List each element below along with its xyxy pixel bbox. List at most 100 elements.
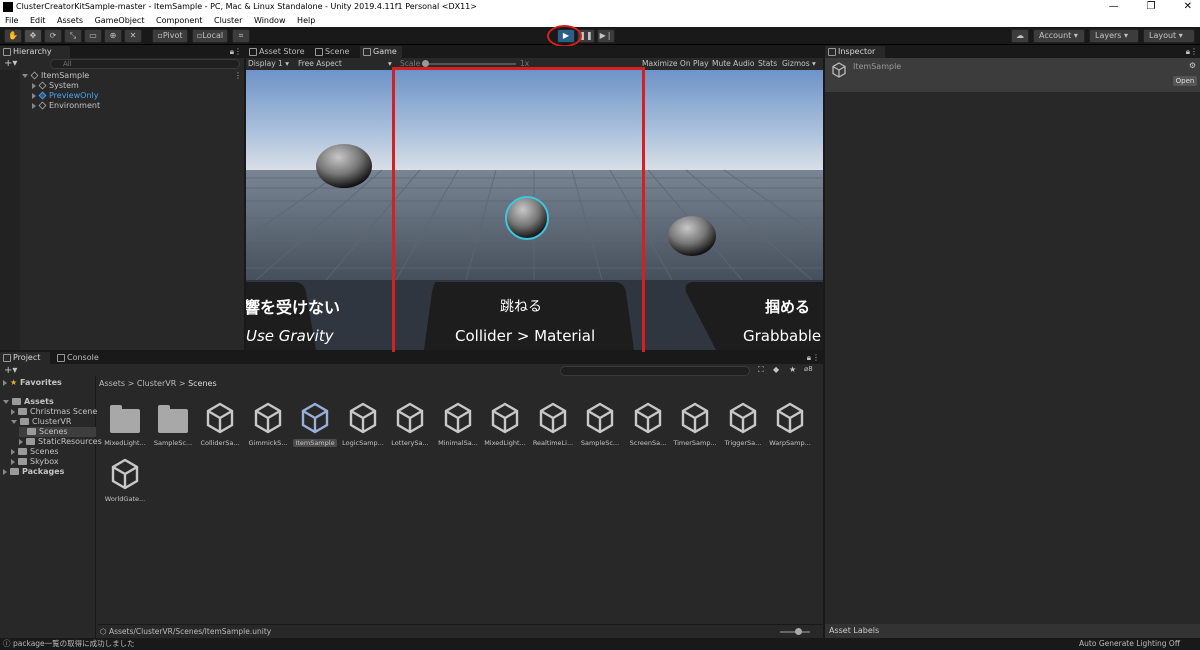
maximize-on-play-toggle[interactable]: Maximize On Play — [642, 58, 709, 70]
asset-folder[interactable]: MixedLight... — [103, 402, 147, 452]
tab-scene[interactable]: Scene — [312, 46, 354, 58]
hidden-packages-icon[interactable]: ⌀8 — [804, 365, 813, 373]
project-search-input[interactable] — [560, 366, 750, 376]
expand-icon[interactable] — [11, 448, 15, 455]
hierarchy-search-input[interactable]: All — [50, 59, 240, 69]
gizmos-dropdown[interactable]: Gizmos ▾ — [782, 58, 816, 70]
settings-gear-icon[interactable]: ⚙ — [1189, 61, 1196, 70]
asset-scene[interactable]: ScreenSa... — [626, 402, 670, 452]
expand-icon[interactable] — [19, 438, 23, 445]
asset-scene[interactable]: WarpSamp... — [768, 402, 812, 452]
asset-scene[interactable]: MixedLight... — [483, 402, 527, 452]
lock-icon[interactable]: 🔒︎ — [807, 353, 811, 363]
expand-icon[interactable] — [3, 379, 7, 386]
move-tool-icon[interactable]: ✥ — [24, 29, 42, 43]
asset-scene[interactable]: LogicSamp... — [341, 402, 385, 452]
expand-icon[interactable] — [32, 92, 36, 99]
custom-tool-icon[interactable]: ✕ — [124, 29, 142, 43]
tree-staticresources[interactable]: StaticResources — [19, 437, 102, 447]
asset-scene[interactable]: SampleSc... — [578, 402, 622, 452]
transform-tool-icon[interactable]: ⊕ — [104, 29, 122, 43]
tab-game[interactable]: Game — [360, 46, 402, 58]
more-menu-icon[interactable]: ⋮ — [234, 47, 242, 56]
tree-favorites[interactable]: ★ Favorites — [3, 378, 62, 388]
cloud-icon[interactable]: ☁ — [1011, 29, 1029, 43]
scale-tool-icon[interactable]: ⤡ — [64, 29, 82, 43]
menu-assets[interactable]: Assets — [57, 16, 83, 25]
more-menu-icon[interactable]: ⋮ — [1190, 47, 1198, 56]
mute-audio-toggle[interactable]: Mute Audio — [712, 58, 754, 70]
menu-gameobject[interactable]: GameObject — [95, 16, 145, 25]
layout-dropdown[interactable]: Layout ▾ — [1143, 29, 1195, 43]
asset-scene[interactable]: RealtimeLi... — [531, 402, 575, 452]
scene-root[interactable]: ItemSample — [22, 71, 89, 81]
tree-christmas-scene[interactable]: Christmas Scene — [11, 407, 97, 417]
hierarchy-item-environment[interactable]: Environment — [32, 101, 100, 111]
expand-icon[interactable] — [32, 102, 36, 109]
tab-console[interactable]: Console — [54, 352, 104, 364]
menu-component[interactable]: Component — [156, 16, 202, 25]
tree-packages[interactable]: Packages — [3, 467, 64, 477]
collapse-icon[interactable] — [3, 399, 9, 404]
close-button[interactable]: ✕ — [1184, 0, 1192, 14]
menu-help[interactable]: Help — [297, 16, 315, 25]
rect-tool-icon[interactable]: ▭ — [84, 29, 102, 43]
expand-icon[interactable] — [3, 468, 7, 475]
scene-menu-icon[interactable]: ⋮ — [234, 71, 242, 80]
asset-scene[interactable]: TriggerSa... — [721, 402, 765, 452]
tree-assets[interactable]: Assets — [3, 397, 54, 407]
layers-dropdown[interactable]: Layers ▾ — [1089, 29, 1139, 43]
step-button[interactable]: ▶❘ — [597, 29, 615, 43]
pivot-toggle[interactable]: ▫Pivot — [152, 29, 188, 43]
grid-snap-icon[interactable]: ⌗ — [232, 29, 250, 43]
asset-scene[interactable]: TimerSamp... — [673, 402, 717, 452]
stats-toggle[interactable]: Stats — [758, 58, 777, 70]
asset-scene[interactable]: MinimalSa... — [436, 402, 480, 452]
asset-scene[interactable]: GimmickS... — [246, 402, 290, 452]
create-icon[interactable]: +▾ — [4, 365, 17, 376]
hierarchy-item-system[interactable]: System — [32, 81, 79, 91]
icon-size-slider-thumb[interactable] — [795, 628, 802, 635]
expand-icon[interactable] — [32, 82, 36, 89]
filter-type-icon[interactable]: ⛶ — [758, 365, 764, 375]
menu-window[interactable]: Window — [254, 16, 286, 25]
minimize-button[interactable]: — — [1109, 0, 1119, 14]
asset-scene[interactable]: ColliderSa... — [198, 402, 242, 452]
local-toggle[interactable]: ▫Local — [192, 29, 228, 43]
maximize-button[interactable]: ❐ — [1147, 0, 1156, 14]
tab-project[interactable]: Project — [0, 352, 50, 364]
open-button[interactable]: Open — [1173, 76, 1197, 86]
collapse-icon[interactable] — [22, 73, 28, 78]
menu-edit[interactable]: Edit — [30, 16, 46, 25]
expand-icon[interactable] — [11, 458, 15, 465]
menu-file[interactable]: File — [5, 16, 18, 25]
tree-scenes[interactable]: Scenes — [11, 447, 59, 457]
add-icon[interactable]: +▾ — [4, 58, 17, 69]
filter-label-icon[interactable]: ◆ — [773, 365, 779, 374]
scale-slider-thumb[interactable] — [422, 60, 429, 67]
favorite-star-icon[interactable]: ★ — [789, 365, 796, 374]
status-message[interactable]: package一覧の取得に成功しました — [13, 638, 135, 650]
tree-scenes-selected[interactable]: Scenes — [19, 427, 96, 437]
expand-icon[interactable] — [11, 408, 15, 415]
breadcrumb-assets[interactable]: Assets — [99, 379, 125, 388]
breadcrumb-scenes[interactable]: Scenes — [188, 379, 217, 388]
display-dropdown[interactable]: Display 1 ▾ — [248, 58, 289, 70]
tree-skybox[interactable]: Skybox — [11, 457, 59, 467]
tab-hierarchy[interactable]: Hierarchy — [0, 46, 70, 58]
tab-inspector[interactable]: Inspector — [825, 46, 885, 58]
tree-clustervr[interactable]: ClusterVR — [11, 417, 71, 427]
asset-folder[interactable]: SampleSc... — [151, 402, 195, 452]
rotate-tool-icon[interactable]: ⟳ — [44, 29, 62, 43]
asset-scene[interactable]: WorldGate... — [103, 458, 147, 508]
asset-labels-bar[interactable]: Asset Labels — [825, 624, 1200, 638]
account-dropdown[interactable]: Account ▾ — [1033, 29, 1085, 43]
hand-tool-icon[interactable]: ✋ — [4, 29, 22, 43]
hierarchy-item-previewonly[interactable]: PreviewOnly — [32, 91, 98, 101]
asset-scene-selected[interactable]: ItemSample — [293, 402, 337, 452]
more-menu-icon[interactable]: ⋮ — [812, 353, 820, 362]
menu-cluster[interactable]: Cluster — [214, 16, 242, 25]
aspect-dropdown[interactable]: Free Aspect — [298, 58, 342, 70]
lighting-status[interactable]: Auto Generate Lighting Off — [1079, 638, 1180, 650]
collapse-icon[interactable] — [11, 419, 17, 424]
